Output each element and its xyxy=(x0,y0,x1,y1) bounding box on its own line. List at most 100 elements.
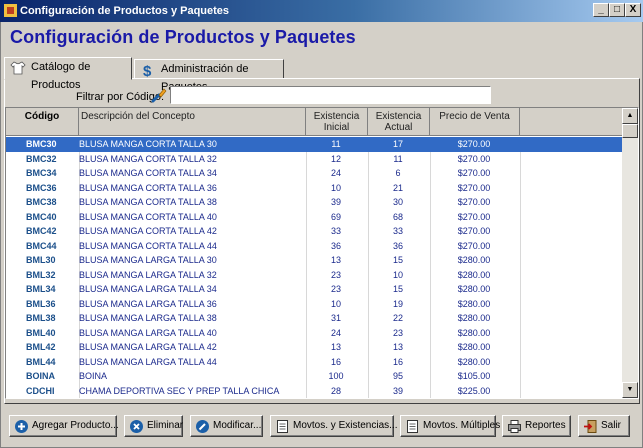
cell-initial: 31 xyxy=(330,313,341,323)
table-row[interactable]: BMC36 BLUSA MANGA CORTA TALLA 36 10 21 $270.… xyxy=(6,180,623,195)
cell-initial: 28 xyxy=(330,385,341,396)
cell-price: $280.00 xyxy=(457,255,491,265)
column-separator xyxy=(520,383,521,398)
cell-desc: BLUSA MANGA LARGA TALLA 38 xyxy=(79,313,217,323)
add-icon xyxy=(15,420,28,433)
column-separator xyxy=(520,296,521,311)
cell-price: $105.00 xyxy=(457,371,491,381)
column-separator xyxy=(430,383,431,398)
column-separator xyxy=(430,166,431,181)
column-separator xyxy=(520,224,521,239)
scroll-thumb[interactable] xyxy=(622,124,638,138)
cell-initial: 24 xyxy=(330,327,341,338)
table-row[interactable]: BMC40 BLUSA MANGA CORTA TALLA 40 69 68 $270.… xyxy=(6,209,623,224)
window-title: Configuración de Productos y Paquetes xyxy=(20,5,230,17)
movements-stock-label: Movtos. y Existencias... xyxy=(293,420,398,431)
cell-code: BML32 xyxy=(26,269,56,280)
header-current-line2: Actual xyxy=(384,122,413,133)
cell-code: BMC44 xyxy=(26,240,57,251)
cell-price: $225.00 xyxy=(457,385,491,396)
column-separator xyxy=(430,151,431,166)
table-row[interactable]: BML32 BLUSA MANGA LARGA TALLA 32 23 10 $280.… xyxy=(6,267,623,282)
grid-rows: BMC30 BLUSA MANGA CORTA TALLA 30 11 17 $270.… xyxy=(6,137,623,398)
table-row[interactable]: BML36 BLUSA MANGA LARGA TALLA 36 10 19 $280.… xyxy=(6,296,623,311)
cell-code: BML44 xyxy=(26,356,56,367)
close-button[interactable]: X xyxy=(625,3,641,17)
column-separator xyxy=(520,137,521,152)
table-row[interactable]: BMC30 BLUSA MANGA CORTA TALLA 30 11 17 $270.… xyxy=(6,137,623,152)
tab-strip: Catálogo de Productos $ Administración d… xyxy=(4,57,640,93)
table-row[interactable]: BOINA BOINA 100 95 $105.00 xyxy=(6,369,623,384)
document-icon xyxy=(277,420,288,433)
table-row[interactable]: BMC32 BLUSA MANGA CORTA TALLA 32 12 11 $270.… xyxy=(6,151,623,166)
cell-initial: 10 xyxy=(330,182,341,193)
scroll-down-button[interactable]: ▼ xyxy=(622,382,638,398)
cell-code: BML34 xyxy=(26,284,56,294)
movements-stock-button[interactable]: Movtos. y Existencias... xyxy=(270,415,398,437)
table-row[interactable]: BML30 BLUSA MANGA LARGA TALLA 30 13 15 $280.… xyxy=(6,253,623,268)
table-row[interactable]: BMC34 BLUSA MANGA CORTA TALLA 34 24 6 $270.0… xyxy=(6,166,623,181)
table-row[interactable]: BML38 BLUSA MANGA LARGA TALLA 38 31 22 $280.… xyxy=(6,311,623,326)
table-row[interactable]: BML40 BLUSA MANGA LARGA TALLA 40 24 23 $280.… xyxy=(6,325,623,340)
header-price[interactable]: Precio de Venta xyxy=(430,108,520,136)
table-row[interactable]: BMC42 BLUSA MANGA CORTA TALLA 42 33 33 $270.… xyxy=(6,224,623,239)
exit-button[interactable]: Salir xyxy=(578,415,630,437)
table-row[interactable]: BMC44 BLUSA MANGA CORTA TALLA 44 36 36 $270.… xyxy=(6,238,623,253)
page-title: Configuración de Productos y Paquetes xyxy=(10,27,356,47)
reports-button[interactable]: Reportes xyxy=(502,415,571,437)
cell-desc: BLUSA MANGA CORTA TALLA 36 xyxy=(79,182,217,193)
add-product-button[interactable]: Agregar Producto... xyxy=(9,415,119,437)
table-row[interactable]: CDCHI CHAMA DEPORTIVA SEC Y PREP TALLA CH… xyxy=(6,383,623,398)
table-row[interactable]: BML42 BLUSA MANGA LARGA TALLA 42 13 13 $280.… xyxy=(6,340,623,355)
column-separator xyxy=(520,253,521,268)
cell-desc: BLUSA MANGA LARGA TALLA 40 xyxy=(79,327,217,338)
cell-desc: BLUSA MANGA LARGA TALLA 34 xyxy=(79,284,217,294)
cell-desc: CHAMA DEPORTIVA SEC Y PREP TALLA CHICA xyxy=(79,385,280,396)
document-icon xyxy=(407,420,418,433)
filter-code-input[interactable] xyxy=(170,86,491,104)
column-separator xyxy=(430,209,431,224)
cell-current: 15 xyxy=(392,284,403,294)
column-separator xyxy=(430,354,431,369)
cell-code: BOINA xyxy=(26,371,55,381)
cell-code: BMC34 xyxy=(26,168,57,178)
header-code[interactable]: Código xyxy=(6,108,79,136)
column-separator xyxy=(520,340,521,355)
tab-catalogo-productos[interactable]: Catálogo de Productos xyxy=(4,57,132,91)
table-row[interactable]: BML34 BLUSA MANGA LARGA TALLA 34 23 15 $280.… xyxy=(6,282,623,297)
cell-code: BMC36 xyxy=(26,182,57,193)
cell-current: 68 xyxy=(392,211,403,222)
column-separator xyxy=(430,282,431,297)
table-row[interactable]: BML44 BLUSA MANGA LARGA TALLA 44 16 16 $280.… xyxy=(6,354,623,369)
column-separator xyxy=(520,166,521,181)
column-separator xyxy=(430,180,431,195)
cell-current: 22 xyxy=(392,313,403,323)
header-filler xyxy=(520,108,623,136)
products-grid[interactable]: Código Descripción del Concepto Existenc… xyxy=(5,107,639,399)
cell-code: CDCHI xyxy=(26,385,55,396)
add-product-label: Agregar Producto... xyxy=(32,420,119,431)
multiple-movements-button[interactable]: Movtos. Múltiples xyxy=(400,415,500,437)
scroll-up-button[interactable]: ▲ xyxy=(622,108,638,124)
cell-price: $280.00 xyxy=(457,269,491,280)
cell-initial: 39 xyxy=(330,197,341,207)
column-separator xyxy=(430,340,431,355)
header-initial-stock[interactable]: Existencia Inicial xyxy=(306,108,368,136)
header-current-stock[interactable]: Existencia Actual xyxy=(368,108,430,136)
header-initial-line2: Inicial xyxy=(323,122,350,133)
edit-icon xyxy=(196,420,209,433)
tab-administracion-paquetes[interactable]: $ Administración de Paquetes xyxy=(134,59,284,93)
delete-button[interactable]: Eliminar xyxy=(124,415,183,437)
cell-initial: 33 xyxy=(330,226,341,236)
table-row[interactable]: BMC38 BLUSA MANGA CORTA TALLA 38 39 30 $270.… xyxy=(6,195,623,210)
vertical-scrollbar[interactable]: ▲ ▼ xyxy=(622,108,638,398)
cell-initial: 13 xyxy=(330,255,341,265)
cell-initial: 36 xyxy=(330,240,341,251)
column-separator xyxy=(430,224,431,239)
cell-code: BMC40 xyxy=(26,211,57,222)
maximize-button[interactable]: □ xyxy=(609,3,625,17)
cell-code: BMC38 xyxy=(26,197,57,207)
minimize-button[interactable]: _ xyxy=(593,3,609,17)
modify-button[interactable]: Modificar... xyxy=(190,415,263,437)
header-description[interactable]: Descripción del Concepto xyxy=(79,108,306,136)
